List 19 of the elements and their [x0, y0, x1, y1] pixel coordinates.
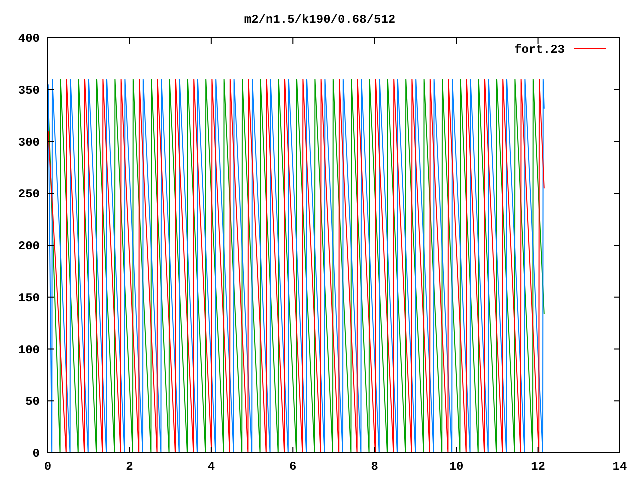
x-tick-label: 8 — [371, 460, 378, 474]
y-tick-label: 400 — [18, 32, 40, 46]
x-tick-label: 2 — [126, 460, 134, 474]
y-tick-label: 150 — [18, 291, 40, 306]
y-tick-label: 300 — [18, 136, 40, 150]
x-tick-label: 12 — [531, 460, 546, 474]
y-tick-label: 100 — [18, 343, 40, 358]
y-tick-label: 350 — [18, 84, 40, 98]
y-tick-label: 250 — [18, 188, 40, 202]
legend-label: fort.23 — [514, 43, 565, 57]
chart-title: m2/n1.5/k190/0.68/512 — [244, 13, 396, 27]
x-tick-label: 4 — [208, 460, 216, 474]
x-tick-label: 10 — [449, 460, 464, 474]
x-tick-label: 6 — [290, 460, 297, 474]
y-tick-label: 0 — [32, 447, 40, 461]
y-tick-label: 200 — [18, 240, 40, 254]
y-tick-label: 50 — [26, 395, 40, 410]
x-tick-label: 14 — [612, 460, 628, 474]
x-tick-label: 0 — [44, 460, 52, 474]
